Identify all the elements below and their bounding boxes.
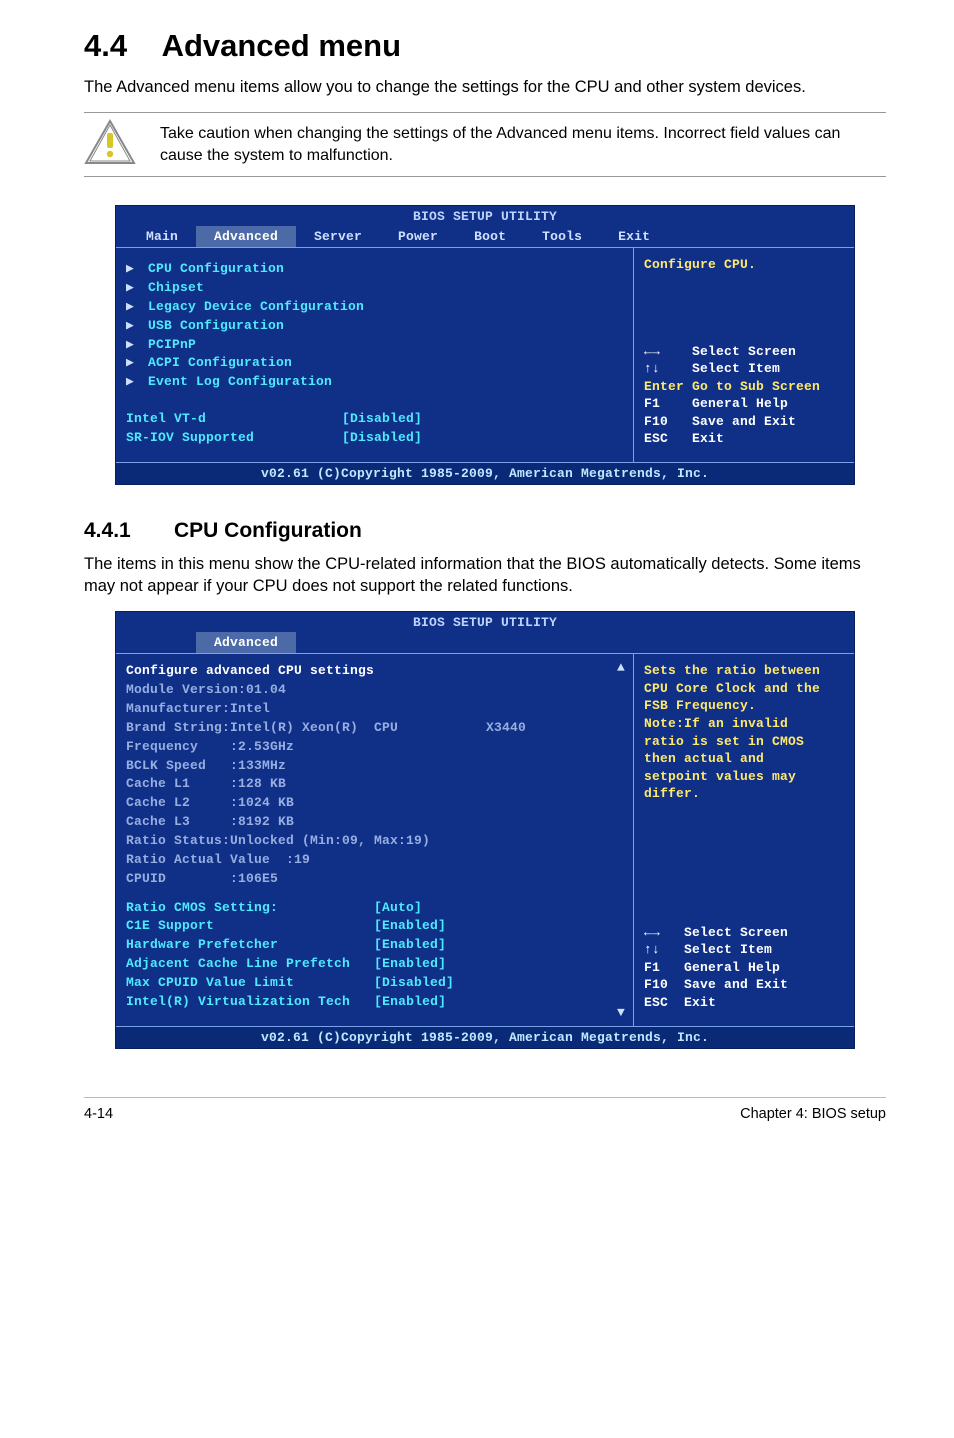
intro-paragraph: The Advanced menu items allow you to cha… (84, 76, 886, 98)
help-keys: ←→ Select Screen ↑↓ Select Item Enter Go… (644, 343, 844, 448)
setting-row[interactable]: Intel(R) Virtualization Tech [Enabled] (126, 993, 623, 1012)
bios-help-pane: Sets the ratio between CPU Core Clock an… (634, 654, 854, 1025)
caution-note: Take caution when changing the settings … (84, 112, 886, 177)
tab-advanced[interactable]: Advanced (196, 226, 296, 247)
bios-footer: v02.61 (C)Copyright 1985-2009, American … (116, 1026, 854, 1048)
scroll-down-icon[interactable]: ▼ (617, 1005, 625, 1020)
bios-tabs: Main Advanced (116, 632, 854, 653)
section-title: 4.4 Advanced menu (84, 28, 886, 64)
bios-screen-cpu-config: BIOS SETUP UTILITY Main Advanced ▲ ▼ Con… (115, 611, 855, 1048)
tab-tools[interactable]: Tools (524, 226, 600, 247)
module-version: Module Version:01.04 (126, 681, 623, 700)
scroll-up-icon[interactable]: ▲ (617, 660, 625, 675)
info-row: Frequency :2.53GHz (126, 738, 623, 757)
subsection-title: 4.4.1CPU Configuration (84, 519, 886, 543)
help-context: Sets the ratio between CPU Core Clock an… (644, 662, 844, 802)
caution-icon (84, 119, 136, 170)
bios-left-pane: ▶ CPU Configuration ▶ Chipset ▶ Legacy D… (116, 248, 634, 462)
menu-item[interactable]: ▶ Legacy Device Configuration (126, 298, 623, 317)
bios-title: BIOS SETUP UTILITY (116, 612, 854, 632)
bios-footer: v02.61 (C)Copyright 1985-2009, American … (116, 462, 854, 484)
menu-item[interactable]: ▶ CPU Configuration (126, 260, 623, 279)
info-row: Cache L3 :8192 KB (126, 813, 623, 832)
menu-item[interactable]: ▶ PCIPnP (126, 336, 623, 355)
section-number: 4.4 (84, 28, 127, 63)
tab-advanced[interactable]: Advanced (196, 632, 296, 653)
tab-power[interactable]: Power (380, 226, 456, 247)
info-row: Cache L2 :1024 KB (126, 794, 623, 813)
setting-row[interactable]: Ratio CMOS Setting: [Auto] (126, 899, 623, 918)
info-row: Ratio Actual Value :19 (126, 851, 623, 870)
subsection-number: 4.4.1 (84, 519, 174, 543)
setting-row[interactable]: Adjacent Cache Line Prefetch [Enabled] (126, 955, 623, 974)
setting-row[interactable]: SR-IOV Supported [Disabled] (126, 429, 623, 448)
page-divider (84, 1097, 886, 1098)
tab-exit[interactable]: Exit (600, 226, 668, 247)
bios-title: BIOS SETUP UTILITY (116, 206, 854, 226)
chapter-label: Chapter 4: BIOS setup (740, 1106, 886, 1122)
bios-tabs: Main Advanced Server Power Boot Tools Ex… (116, 226, 854, 247)
setting-row[interactable]: Intel VT-d [Disabled] (126, 410, 623, 429)
setting-row[interactable]: Hardware Prefetcher [Enabled] (126, 936, 623, 955)
info-row: Brand String:Intel(R) Xeon(R) CPU X3440 (126, 719, 623, 738)
cpu-settings-header: Configure advanced CPU settings (126, 662, 623, 681)
help-context: Configure CPU. (644, 256, 844, 275)
subsection-name: CPU Configuration (174, 519, 362, 542)
menu-item[interactable]: ▶ Event Log Configuration (126, 373, 623, 392)
section-name: Advanced menu (162, 28, 401, 63)
info-row: Ratio Status:Unlocked (Min:09, Max:19) (126, 832, 623, 851)
setting-row[interactable]: Max CPUID Value Limit [Disabled] (126, 974, 623, 993)
bios-help-pane: Configure CPU. ←→ Select Screen ↑↓ Selec… (634, 248, 854, 462)
menu-item[interactable]: ▶ ACPI Configuration (126, 354, 623, 373)
info-row: BCLK Speed :133MHz (126, 757, 623, 776)
caution-text: Take caution when changing the settings … (160, 123, 886, 166)
tab-main[interactable]: Main (128, 226, 196, 247)
tab-server[interactable]: Server (296, 226, 380, 247)
info-row: Cache L1 :128 KB (126, 775, 623, 794)
page-number: 4-14 (84, 1106, 113, 1122)
bios-screen-advanced: BIOS SETUP UTILITY Main Advanced Server … (115, 205, 855, 485)
menu-item[interactable]: ▶ USB Configuration (126, 317, 623, 336)
info-row: CPUID :106E5 (126, 870, 623, 889)
subsection-intro: The items in this menu show the CPU-rela… (84, 553, 886, 598)
menu-item[interactable]: ▶ Chipset (126, 279, 623, 298)
bios-left-pane: ▲ ▼ Configure advanced CPU settings Modu… (116, 654, 634, 1025)
info-row: Manufacturer:Intel (126, 700, 623, 719)
setting-row[interactable]: C1E Support [Enabled] (126, 917, 623, 936)
tab-boot[interactable]: Boot (456, 226, 524, 247)
page-footer: 4-14 Chapter 4: BIOS setup (84, 1106, 886, 1122)
help-keys: ←→ Select Screen ↑↓ Select Item F1 Gener… (644, 924, 844, 1012)
